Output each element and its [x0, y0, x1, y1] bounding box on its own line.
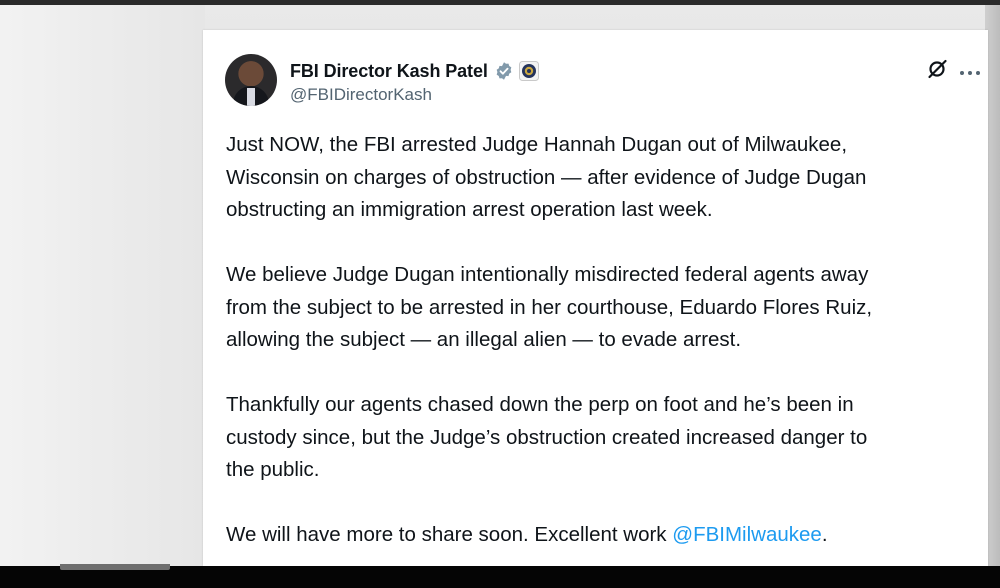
post-paragraph-closing: We will have more to share soon. Excelle… [226, 519, 976, 552]
post-paragraph: Just NOW, the FBI arrested Judge Hannah … [226, 129, 976, 227]
post-line: Just NOW, the FBI arrested Judge Hannah … [226, 133, 848, 156]
post-line: allowing the subject — an illegal alien … [226, 328, 742, 351]
post-line: We will have more to share soon. Excelle… [226, 523, 673, 546]
fbi-seal-icon[interactable] [518, 61, 539, 81]
post-line: from the subject to be arrested in her c… [226, 295, 873, 319]
bezel-marker [60, 564, 170, 570]
post-paragraph: Thankfully our agents chased down the pe… [226, 389, 976, 487]
post-line: We believe Judge Dugan intentionally mis… [226, 263, 869, 286]
author-handle[interactable]: @FBIDirectorKash [290, 85, 432, 105]
post-line: Wisconsin on charges of obstruction — af… [226, 165, 867, 189]
post-text: Just NOW, the FBI arrested Judge Hannah … [226, 129, 976, 584]
post-card[interactable]: FBI Director Kash Patel @FBIDirectorKash [203, 30, 988, 566]
author-avatar[interactable] [225, 54, 277, 106]
mention-link[interactable]: @FBIMilwaukee [672, 523, 822, 546]
author-name-row: FBI Director Kash Patel [290, 59, 539, 83]
verified-badge-icon[interactable] [494, 61, 514, 81]
screen-bottom-bezel [0, 564, 1000, 588]
post-line: Thankfully our agents chased down the pe… [226, 393, 854, 416]
post-line-end: . [821, 523, 828, 546]
more-options-icon[interactable] [959, 64, 981, 82]
author-display-name[interactable]: FBI Director Kash Patel [290, 61, 488, 82]
grok-icon[interactable] [926, 58, 948, 85]
post-line: the public. [226, 458, 320, 481]
post-line: custody since, but the Judge’s obstructi… [226, 425, 868, 449]
post-paragraph: We believe Judge Dugan intentionally mis… [226, 259, 976, 357]
post-line: obstructing an immigration arrest operat… [226, 198, 713, 221]
